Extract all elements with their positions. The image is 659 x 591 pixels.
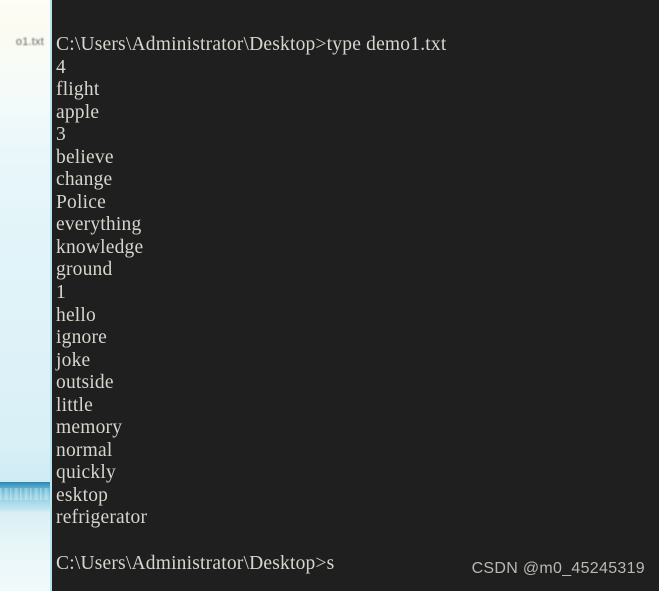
console-line: ground	[56, 259, 113, 281]
console-line: apple	[56, 101, 100, 123]
console-line: hello	[56, 304, 96, 326]
console-line: 3	[56, 124, 66, 146]
console-line: everything	[56, 214, 142, 236]
console-line: Police	[56, 191, 106, 213]
console-line: ignore	[56, 327, 108, 349]
wallpaper-lower-band	[0, 512, 52, 591]
console-line: normal	[56, 439, 113, 461]
console-line: 1	[56, 282, 66, 304]
screen: o1.txt C:\Users\Administrator\Desktop>ty…	[0, 0, 659, 591]
console-line: little	[56, 394, 93, 416]
desktop-wallpaper[interactable]: o1.txt	[0, 0, 52, 591]
console-line: change	[56, 169, 113, 191]
console-line: flight	[56, 79, 100, 101]
console-line: outside	[56, 372, 114, 394]
console-line: quickly	[56, 462, 116, 484]
console-line: 4	[56, 56, 66, 78]
console-line: knowledge	[56, 236, 144, 258]
console-line: memory	[56, 417, 123, 439]
wallpaper-water-band	[0, 482, 52, 512]
desktop-icon-label[interactable]: o1.txt	[0, 36, 44, 48]
watermark: CSDN @m0_45245319	[471, 560, 645, 577]
console-line: believe	[56, 146, 114, 168]
terminal-window[interactable]: C:\Users\Administrator\Desktop>type demo…	[50, 0, 659, 591]
console-line: C:\Users\Administrator\Desktop>type demo…	[56, 34, 447, 55]
console-line: esktop	[56, 484, 109, 506]
console-line: joke	[56, 349, 91, 371]
console-line: refrigerator	[56, 507, 148, 529]
console-output[interactable]: C:\Users\Administrator\Desktop>type demo…	[56, 34, 656, 575]
